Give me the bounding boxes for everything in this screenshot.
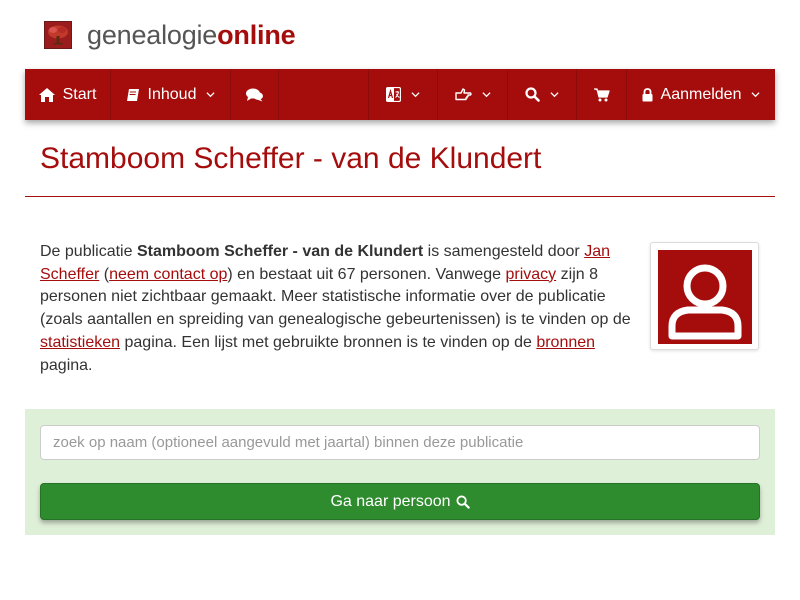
lock-icon — [642, 87, 653, 101]
nav-search[interactable] — [508, 69, 577, 120]
nav-forum[interactable] — [231, 69, 279, 120]
hand-point-icon — [454, 87, 472, 100]
publication-intro: De publicatie Stamboom Scheffer - van de… — [40, 241, 638, 377]
nav-login-label: Aanmelden — [660, 85, 742, 103]
chevron-down-icon — [481, 92, 491, 98]
user-icon — [668, 264, 742, 340]
intro-text: De publicatie — [40, 243, 137, 260]
comments-icon — [246, 88, 263, 101]
intro-text: pagina. — [40, 356, 93, 374]
chevron-down-icon — [411, 92, 420, 98]
nav-hand[interactable] — [438, 69, 508, 120]
cart-icon — [593, 87, 610, 101]
book-icon — [126, 88, 139, 101]
chevron-down-icon — [206, 92, 216, 98]
page-title: Stamboom Scheffer - van de Klundert — [40, 142, 542, 175]
language-icon — [386, 87, 401, 102]
intro-text: ) en bestaat uit 67 personen. Vanwege — [227, 265, 506, 283]
statistics-link[interactable]: statistieken — [40, 334, 120, 351]
nav-language[interactable] — [369, 69, 438, 120]
publication-name: Stamboom Scheffer - van de Klundert — [136, 243, 424, 260]
chevron-down-icon — [550, 92, 559, 98]
nav-login[interactable]: Aanmelden — [627, 69, 775, 120]
title-divider — [25, 196, 775, 197]
site-header: genealogieonline — [44, 18, 296, 52]
nav-cart[interactable] — [577, 69, 627, 120]
nav-inhoud-label: Inhoud — [147, 85, 197, 103]
intro-text: ( — [99, 265, 110, 283]
intro-text: is samengesteld door — [423, 243, 585, 260]
author-avatar-frame[interactable] — [650, 242, 759, 350]
search-icon — [525, 87, 540, 102]
tree-icon[interactable] — [44, 21, 72, 49]
nav-inhoud[interactable]: Inhoud — [111, 69, 231, 120]
person-search-panel: Ga naar persoon — [25, 409, 775, 535]
nav-start-label: Start — [62, 85, 97, 103]
chevron-down-icon — [751, 92, 761, 98]
privacy-link[interactable]: privacy — [506, 266, 557, 283]
main-navbar: Start Inhoud Aanmelden — [25, 69, 775, 120]
avatar — [658, 250, 752, 344]
home-icon — [38, 87, 55, 102]
site-logo[interactable]: genealogieonline — [87, 20, 296, 50]
search-input[interactable] — [40, 425, 760, 460]
search-icon — [455, 494, 470, 509]
nav-start[interactable]: Start — [25, 69, 111, 120]
logo-text-part2: online — [217, 20, 296, 50]
go-button-label: Ga naar persoon — [330, 492, 451, 510]
intro-text: pagina. Een lijst met gebruikte bronnen … — [120, 333, 537, 351]
nav-spacer — [279, 69, 369, 120]
sources-link[interactable]: bronnen — [536, 334, 595, 351]
contact-link[interactable]: neem contact op — [109, 266, 227, 283]
logo-text-part1: genealogie — [87, 20, 218, 50]
go-to-person-button[interactable]: Ga naar persoon — [40, 483, 760, 520]
